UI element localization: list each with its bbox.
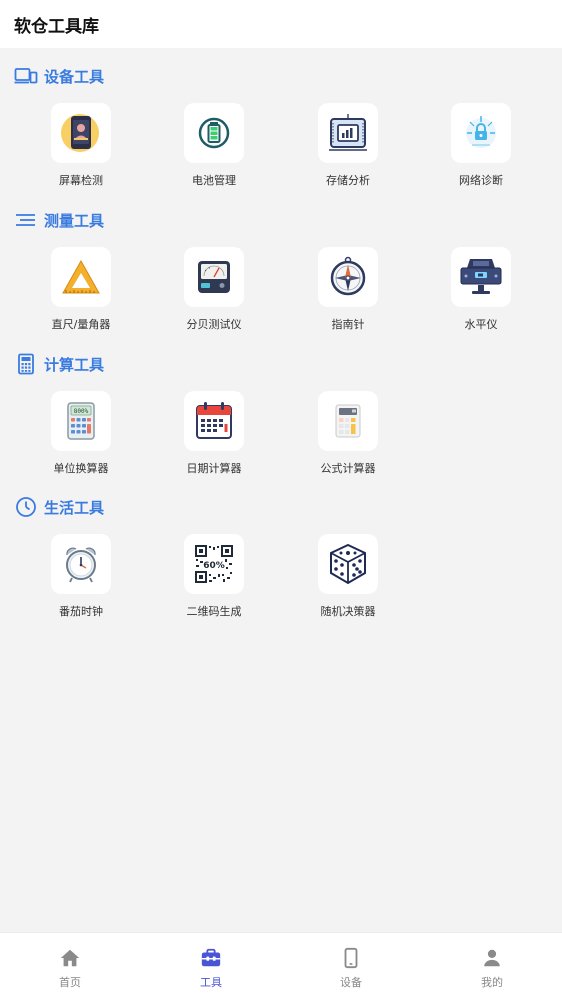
tab-tools[interactable]: 工具 [141, 933, 281, 999]
tool-tile[interactable] [51, 247, 111, 307]
user-icon [484, 949, 500, 967]
tool-tile[interactable] [184, 391, 244, 451]
tool-tile[interactable] [51, 534, 111, 594]
toolbox-icon [201, 948, 221, 967]
tool-label: 水平仪 [464, 318, 498, 331]
tool-tile[interactable] [318, 391, 378, 451]
alarm-clock-icon [66, 547, 96, 583]
device-icon [344, 947, 358, 969]
devices-icon [14, 68, 38, 84]
section-header: 生活工具 [14, 495, 104, 519]
tool-label: 公式计算器 [320, 462, 376, 475]
network-lock-icon [466, 116, 496, 148]
tool-decibel[interactable]: 分贝测试仪 [164, 247, 264, 339]
battery-icon [198, 117, 230, 149]
phone-screen-icon [61, 114, 99, 152]
tool-unit-converter[interactable]: 800% 单位换算器 [31, 391, 131, 483]
tab-devices[interactable]: 设备 [281, 933, 421, 999]
tool-tile[interactable] [184, 103, 244, 163]
section-title: 测量工具 [44, 211, 105, 230]
tool-label: 二维码生成 [186, 605, 242, 618]
home-icon [60, 949, 80, 967]
triangle-ruler-icon [62, 259, 100, 294]
storage-chip-icon [329, 114, 367, 151]
tool-label: 直尺/量角器 [51, 318, 111, 331]
tool-battery[interactable]: 电池管理 [164, 103, 264, 195]
tool-date-calculator[interactable]: 日期计算器 [164, 391, 264, 483]
section-header: 设备工具 [14, 64, 104, 88]
level-icon [460, 259, 502, 294]
tool-tile[interactable]: 60% [184, 534, 244, 594]
tool-tile[interactable] [51, 103, 111, 163]
tool-random-decider[interactable]: 随机决策器 [298, 534, 398, 626]
tool-storage[interactable]: 存储分析 [298, 103, 398, 195]
tool-label: 日期计算器 [186, 462, 242, 475]
section-header: 计算工具 [14, 352, 104, 376]
tool-label: 分贝测试仪 [186, 318, 242, 331]
tool-network[interactable]: 网络诊断 [431, 103, 531, 195]
tool-tile[interactable] [451, 103, 511, 163]
tool-tile[interactable] [451, 247, 511, 307]
tool-label: 随机决策器 [320, 605, 376, 618]
tool-label: 屏幕检测 [59, 174, 103, 187]
tool-label: 存储分析 [326, 174, 370, 187]
calendar-icon [196, 402, 232, 439]
section-title: 生活工具 [44, 498, 105, 517]
tool-label: 指南针 [331, 318, 365, 331]
tool-qr-generator[interactable]: 60% 二维码生成 [164, 534, 264, 626]
tool-pomodoro[interactable]: 番茄时钟 [31, 534, 131, 626]
unit-calculator-icon: 800% [67, 402, 95, 440]
tab-mine[interactable]: 我的 [422, 933, 562, 999]
tab-label: 设备 [340, 976, 362, 989]
calculator-display-text: 800% [74, 408, 89, 415]
calculator-icon [18, 353, 34, 375]
dice-icon [330, 543, 366, 585]
tool-tile[interactable] [318, 103, 378, 163]
decibel-meter-icon [198, 261, 230, 293]
tab-label: 首页 [59, 976, 81, 989]
tool-label: 单位换算器 [53, 462, 109, 475]
tab-label: 我的 [481, 976, 503, 989]
tab-label: 工具 [200, 976, 222, 989]
tool-label: 电池管理 [192, 174, 236, 187]
lines-icon [16, 214, 35, 226]
section-header: 测量工具 [14, 208, 104, 232]
tool-tile[interactable]: 800% [51, 391, 111, 451]
tool-formula-calculator[interactable]: 公式计算器 [298, 391, 398, 483]
tool-ruler[interactable]: 直尺/量角器 [31, 247, 131, 339]
app-header: 软仓工具库 [0, 0, 562, 48]
tool-level[interactable]: 水平仪 [431, 247, 531, 339]
page-title: 软仓工具库 [14, 17, 99, 37]
tool-tile[interactable] [318, 534, 378, 594]
qr-code-icon: 60% [195, 545, 233, 583]
clock-icon [16, 497, 36, 517]
tool-label: 番茄时钟 [59, 605, 103, 618]
compass-icon [330, 256, 366, 296]
section-title: 设备工具 [44, 67, 105, 86]
tool-tile[interactable] [318, 247, 378, 307]
formula-calculator-icon [335, 404, 361, 438]
bottom-tab-bar: 首页 工具 设备 我的 [0, 932, 562, 999]
section-title: 计算工具 [44, 355, 105, 374]
tool-tile[interactable] [184, 247, 244, 307]
tool-compass[interactable]: 指南针 [298, 247, 398, 339]
qr-center-text: 60% [203, 561, 225, 571]
tool-screen-test[interactable]: 屏幕检测 [31, 103, 131, 195]
tab-home[interactable]: 首页 [0, 933, 140, 999]
tool-label: 网络诊断 [459, 174, 503, 187]
